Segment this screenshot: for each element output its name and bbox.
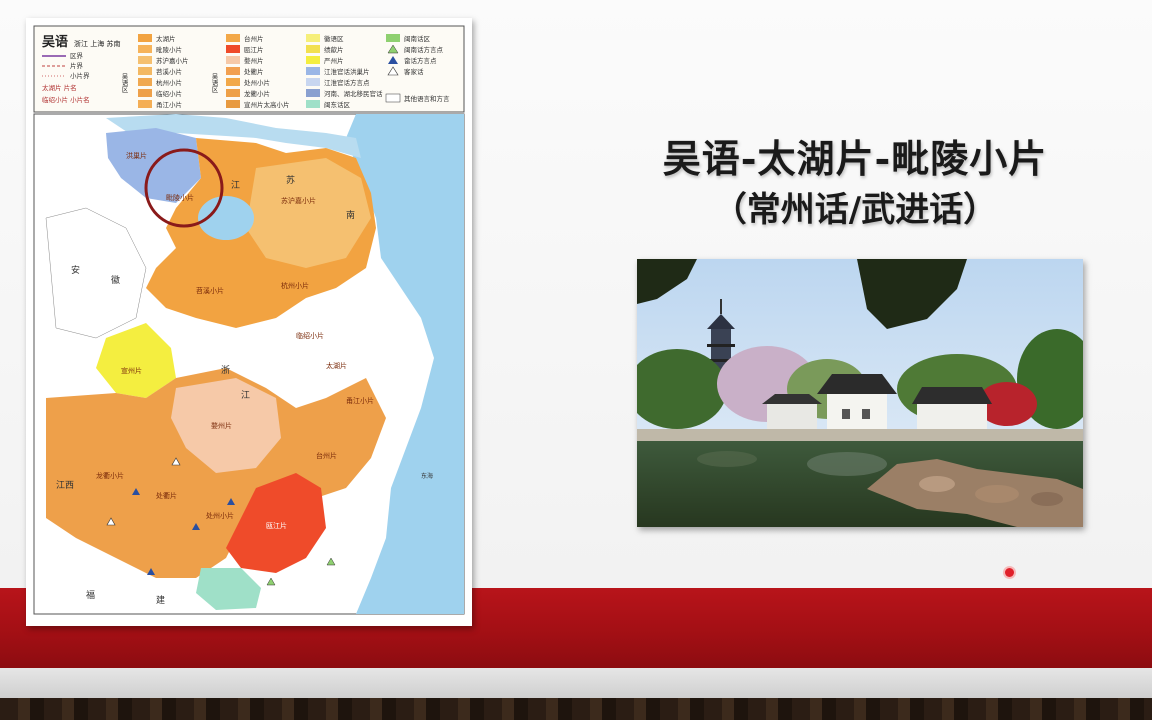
photo-svg <box>627 259 1097 527</box>
legend-c3-1: 绩歙片 <box>324 45 344 54</box>
label-hongchao: 洪巢片 <box>126 151 147 160</box>
label-taizhou: 台州片 <box>316 451 337 460</box>
legend-c2-1: 瓯江片 <box>244 45 264 54</box>
label-chuqu: 处衢片 <box>156 491 177 500</box>
place-donghai: 东海 <box>421 472 433 480</box>
label-tiaoxi: 苕溪小片 <box>196 286 224 295</box>
legend-c1-1: 毗陵小片 <box>156 45 182 54</box>
label-oujiang: 瓯江片 <box>266 521 287 530</box>
place-an: 安 <box>71 264 80 276</box>
legend-c2-4: 处州小片 <box>244 78 270 87</box>
legend-c3-2: 严州片 <box>324 56 344 65</box>
footer-gray-band <box>0 668 1152 698</box>
photo-garden-pavilion <box>627 259 1097 527</box>
place-jiang2: 江 <box>241 390 250 401</box>
legend-c1-2: 苏沪嘉小片 <box>156 56 189 65</box>
legend-c2-5: 龙衢小片 <box>244 89 270 98</box>
legend-c3-4: 江淮官话方言点 <box>324 78 370 87</box>
legend-c3-5: 河南、湖北移民官话 <box>324 89 383 98</box>
label-taihu: 太湖片 <box>326 361 347 370</box>
slide-subtitle: （常州话/武进话） <box>712 190 998 230</box>
label-linshao: 临绍小片 <box>296 331 324 340</box>
legend-c1-3: 苕溪小片 <box>156 67 182 76</box>
place-nan: 南 <box>346 209 355 221</box>
laser-pointer-dot <box>1005 568 1014 577</box>
legend-c3-6: 闽东话区 <box>324 100 351 109</box>
legend-title: 吴语 <box>42 35 68 50</box>
label-xuanzhou: 宣州片 <box>121 366 142 375</box>
legend-line-5: 临绍小片 小片名 <box>42 95 90 104</box>
legend-line-4: 太湖片 片名 <box>42 83 77 92</box>
label-piling: 毗陵小片 <box>166 193 194 202</box>
legend-line-2: 片界 <box>70 61 84 70</box>
legend-c3-3: 江淮官话洪巢片 <box>324 67 370 76</box>
legend-region: 浙江 上海 苏南 <box>74 39 120 48</box>
legend-c2-2: 婺州片 <box>244 56 264 65</box>
label-wuzhou: 婺州片 <box>211 421 232 430</box>
place-jian: 建 <box>156 594 165 606</box>
legend-line-1: 区界 <box>70 52 84 60</box>
dialect-map-svg: 吴语 浙江 上海 苏南 区界 片界 小片界 太湖片 片名 临绍小片 小片名 吴语… <box>33 25 465 615</box>
legend-c4-0: 闽南话区 <box>404 34 431 43</box>
legend-c2-6: 宣州片太高小片 <box>244 100 290 109</box>
slide-title: 吴语-太湖片-毗陵小片 <box>662 136 1048 181</box>
legend-c4-2: 畲话方言点 <box>404 56 437 65</box>
place-zhe: 浙 <box>221 364 230 376</box>
legend-c4-3: 客家话 <box>404 67 424 76</box>
label-yongjiang: 甬江小片 <box>346 396 374 405</box>
legend-c2-3: 处衢片 <box>244 67 264 76</box>
legend-line-3: 小片界 <box>70 71 90 80</box>
label-suhujia: 苏沪嘉小片 <box>281 196 316 205</box>
place-fu: 福 <box>86 589 95 601</box>
legend-c1-6: 甬江小片 <box>156 100 182 109</box>
label-hangzhou: 杭州小片 <box>281 281 309 290</box>
legend-c4-4: 其他语言和方言 <box>404 94 450 103</box>
legend-c4-1: 闽南话方言点 <box>404 45 444 54</box>
place-jiangxi: 江西 <box>56 480 74 491</box>
place-hui: 徽 <box>111 274 120 286</box>
dialect-map: 吴语 浙江 上海 苏南 区界 片界 小片界 太湖片 片名 临绍小片 小片名 吴语… <box>26 18 472 626</box>
legend-c1-0: 太湖片 <box>156 34 176 43</box>
label-longqu: 龙衢小片 <box>96 471 124 480</box>
place-su: 苏 <box>286 174 295 186</box>
legend-c1-5: 临绍小片 <box>156 89 182 98</box>
place-jiang: 江 <box>231 180 240 191</box>
footer-wood-strip <box>0 698 1152 720</box>
legend-c3-0: 徽语区 <box>324 34 344 43</box>
legend-c2-0: 台州片 <box>244 34 264 43</box>
legend-group-1: 吴语区 <box>120 73 128 93</box>
legend-c1-4: 杭州小片 <box>156 78 182 87</box>
legend-group-2: 吴语区 <box>210 73 218 93</box>
label-chuzhou: 处州小片 <box>206 511 234 520</box>
